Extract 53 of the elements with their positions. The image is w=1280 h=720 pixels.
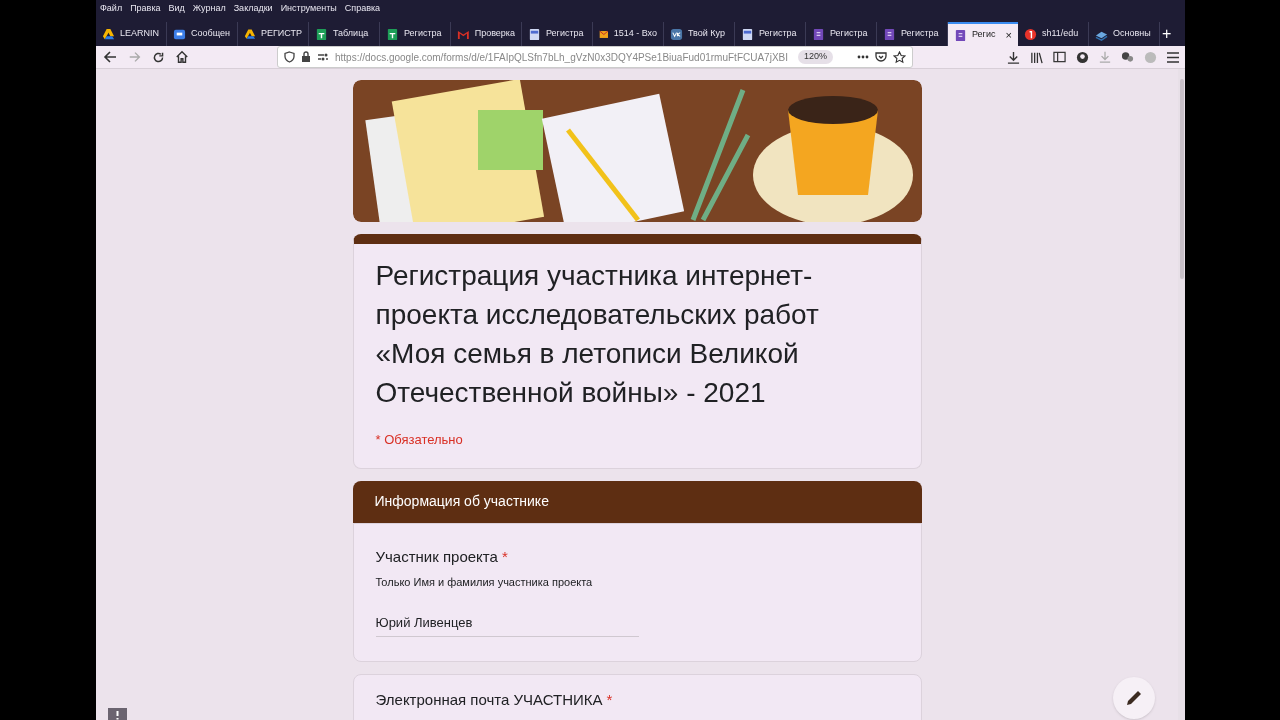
- tab-favicon-icon: [315, 27, 328, 41]
- menu-item[interactable]: Инструменты: [280, 2, 337, 16]
- star-icon[interactable]: [893, 50, 906, 64]
- home-icon[interactable]: [175, 50, 189, 64]
- section-header: Информация об участнике: [352, 480, 922, 523]
- url-text: https://docs.google.com/forms/d/e/1FAIpQLSfn7bLh_gVzN0x3DQY4PSe1BiuaFud01rmuFtFCUA7jXBI: [335, 50, 789, 65]
- tab-favicon-icon: [386, 27, 399, 41]
- browser-tab[interactable]: Регис ×: [948, 22, 1018, 46]
- menu-item[interactable]: Файл: [100, 2, 123, 16]
- tab-favicon-icon: [528, 27, 541, 41]
- edit-button[interactable]: [1113, 676, 1155, 719]
- required-mark: *: [606, 690, 613, 710]
- menu-item[interactable]: Закладки: [233, 2, 273, 16]
- pencil-icon: [1125, 688, 1143, 707]
- address-bar[interactable]: https://docs.google.com/forms/d/e/1FAIpQLSfn7bLh_gVzN0x3DQY4PSe1BiuaFud01rmuFtFCUA7jXBI 120%: [277, 46, 913, 68]
- tab-favicon-icon: [670, 27, 683, 41]
- tab-favicon-icon: [102, 27, 115, 41]
- account-icon[interactable]: [1076, 50, 1089, 64]
- question-label: Участник проекта: [375, 546, 498, 567]
- close-tab-button[interactable]: ×: [1005, 26, 1012, 44]
- more-icon[interactable]: [857, 55, 869, 59]
- pocket-icon[interactable]: [875, 51, 887, 63]
- required-mark: *: [501, 546, 508, 567]
- scrollbar-thumb[interactable]: [1179, 79, 1184, 279]
- question-label: Электронная почта УЧАСТНИКА: [375, 690, 603, 710]
- menu-item[interactable]: Справка: [344, 2, 381, 16]
- reload-icon[interactable]: [152, 50, 165, 64]
- extension-icon[interactable]: [1121, 51, 1134, 63]
- tab-favicon-icon: [741, 27, 754, 41]
- form-title: Регистрация участника интернет-проекта исследовательских работ «Моя семья в летописи Великой Отечественной войны» - 2021: [375, 259, 820, 410]
- answer-field[interactable]: Юрий Ливенцев: [375, 612, 639, 637]
- menu-item[interactable]: Журнал: [192, 2, 226, 16]
- download-icon[interactable]: [1007, 50, 1020, 64]
- zoom-level-button[interactable]: 120%: [797, 50, 833, 64]
- question-hint: Только Имя и фамилия участника проекта: [375, 575, 594, 590]
- new-tab-button[interactable]: +: [1162, 26, 1172, 42]
- shield-icon: [284, 51, 295, 63]
- tab-favicon-icon: [173, 27, 186, 41]
- tab-favicon-icon: [883, 27, 896, 41]
- lock-icon: [301, 51, 311, 63]
- tab-favicon-icon: [812, 27, 825, 41]
- sidebar-icon[interactable]: [1053, 51, 1066, 63]
- tab-favicon-icon: [1024, 27, 1037, 41]
- menu-icon[interactable]: [1167, 51, 1179, 63]
- library-icon[interactable]: [1030, 50, 1043, 64]
- menu-item[interactable]: Вид: [168, 2, 185, 16]
- permissions-icon: [317, 52, 329, 62]
- required-note: * Обязательно: [375, 431, 464, 449]
- tab-favicon-icon: [954, 28, 967, 42]
- tab-favicon-icon: [244, 27, 256, 41]
- feedback-icon[interactable]: [108, 707, 127, 720]
- menu-item[interactable]: Правка: [130, 2, 161, 16]
- back-icon[interactable]: [102, 49, 118, 65]
